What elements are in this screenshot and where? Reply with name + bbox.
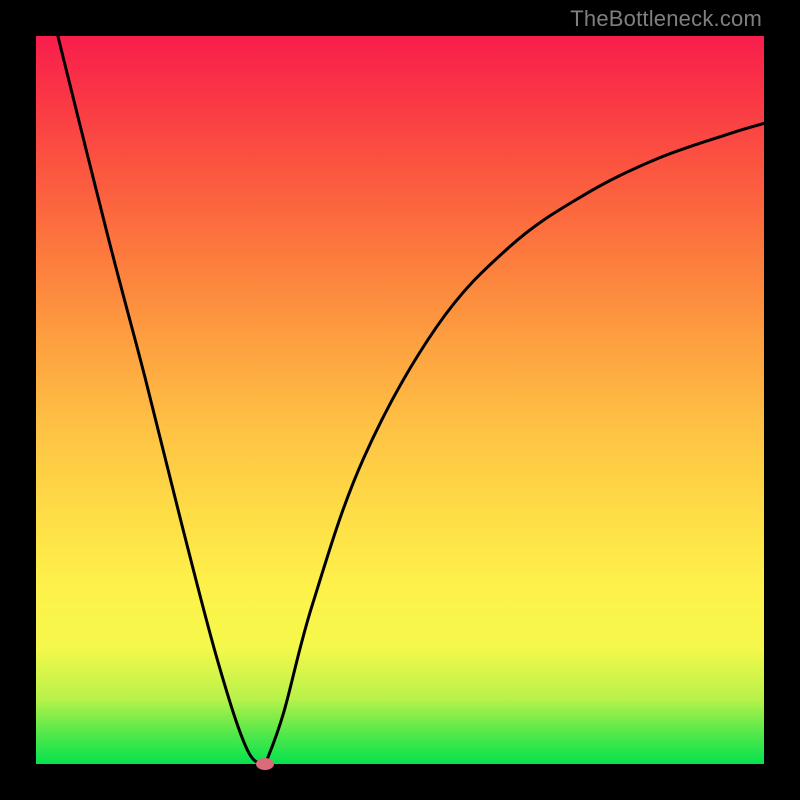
curve-path	[58, 36, 764, 764]
bottleneck-curve	[36, 36, 764, 764]
optimum-marker	[256, 758, 274, 770]
watermark-text: TheBottleneck.com	[570, 6, 762, 32]
chart-frame: TheBottleneck.com	[0, 0, 800, 800]
plot-area	[36, 36, 764, 764]
